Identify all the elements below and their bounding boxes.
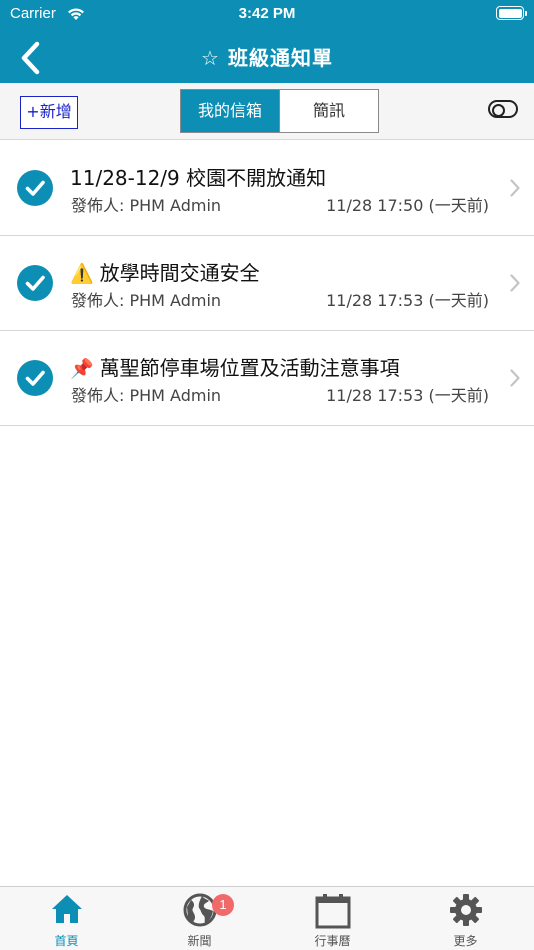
tab-sms[interactable]: 簡訊	[279, 90, 378, 132]
check-circle-icon	[17, 265, 53, 301]
tab-calendar[interactable]: 行事曆	[266, 887, 399, 950]
toggle-switch-icon[interactable]	[488, 100, 518, 118]
notice-title: 📌 萬聖節停車場位置及活動注意事項	[70, 356, 400, 380]
notice-date: 11/28 17:50 (一天前)	[326, 196, 489, 215]
tab-my-inbox[interactable]: 我的信箱	[181, 90, 279, 132]
notice-row[interactable]: 11/28-12/9 校園不開放通知 發佈人: PHM Admin 11/28 …	[0, 141, 534, 236]
status-bar: Carrier 3:42 PM	[0, 0, 534, 28]
warning-icon: ⚠️	[70, 263, 94, 285]
segmented-control: 我的信箱 簡訊	[180, 89, 379, 133]
toolbar: +新增 我的信箱 簡訊	[0, 83, 534, 140]
tab-more[interactable]: 更多	[399, 887, 532, 950]
tab-home[interactable]: 首頁	[0, 887, 133, 950]
chevron-right-icon	[510, 274, 520, 292]
status-time: 3:42 PM	[238, 5, 296, 22]
notice-list: 11/28-12/9 校園不開放通知 發佈人: PHM Admin 11/28 …	[0, 141, 534, 426]
notice-date: 11/28 17:53 (一天前)	[326, 386, 489, 405]
tab-label: 更多	[453, 934, 478, 948]
globe-icon	[183, 893, 216, 927]
notification-badge: 1	[212, 894, 234, 916]
tab-bar: 首頁 1 新聞 行事曆 更多	[0, 886, 534, 950]
battery-icon	[496, 6, 527, 20]
notice-title: ⚠️ 放學時間交通安全	[70, 261, 260, 285]
pushpin-icon: 📌	[70, 358, 94, 380]
notice-row[interactable]: ⚠️ 放學時間交通安全 發佈人: PHM Admin 11/28 17:53 (一…	[0, 236, 534, 331]
chevron-right-icon	[510, 369, 520, 387]
check-circle-icon	[17, 170, 53, 206]
notice-sender: 發佈人: PHM Admin	[71, 386, 222, 405]
notice-title: 11/28-12/9 校園不開放通知	[70, 166, 327, 190]
add-button[interactable]: +新增	[20, 96, 78, 129]
navigation-bar: Carrier 3:42 PM ☆ 班級通知單	[0, 0, 534, 83]
tab-label: 行事曆	[314, 934, 351, 948]
notice-sender: 發佈人: PHM Admin	[71, 291, 222, 310]
screen: Carrier 3:42 PM ☆ 班級通知單 +新增 我的信箱 簡訊 11/2…	[0, 0, 534, 950]
chevron-right-icon	[510, 179, 520, 197]
tab-label: 首頁	[54, 934, 79, 948]
home-icon	[51, 895, 82, 923]
tab-news[interactable]: 1 新聞	[133, 887, 266, 950]
notice-row[interactable]: 📌 萬聖節停車場位置及活動注意事項 發佈人: PHM Admin 11/28 17…	[0, 331, 534, 426]
calendar-icon	[315, 894, 350, 929]
notice-date: 11/28 17:53 (一天前)	[326, 291, 489, 310]
gear-icon	[449, 894, 482, 926]
tab-label: 新聞	[187, 934, 212, 948]
notice-sender: 發佈人: PHM Admin	[71, 196, 222, 215]
page-title: ☆ 班級通知單	[201, 46, 333, 70]
check-circle-icon	[17, 360, 53, 396]
